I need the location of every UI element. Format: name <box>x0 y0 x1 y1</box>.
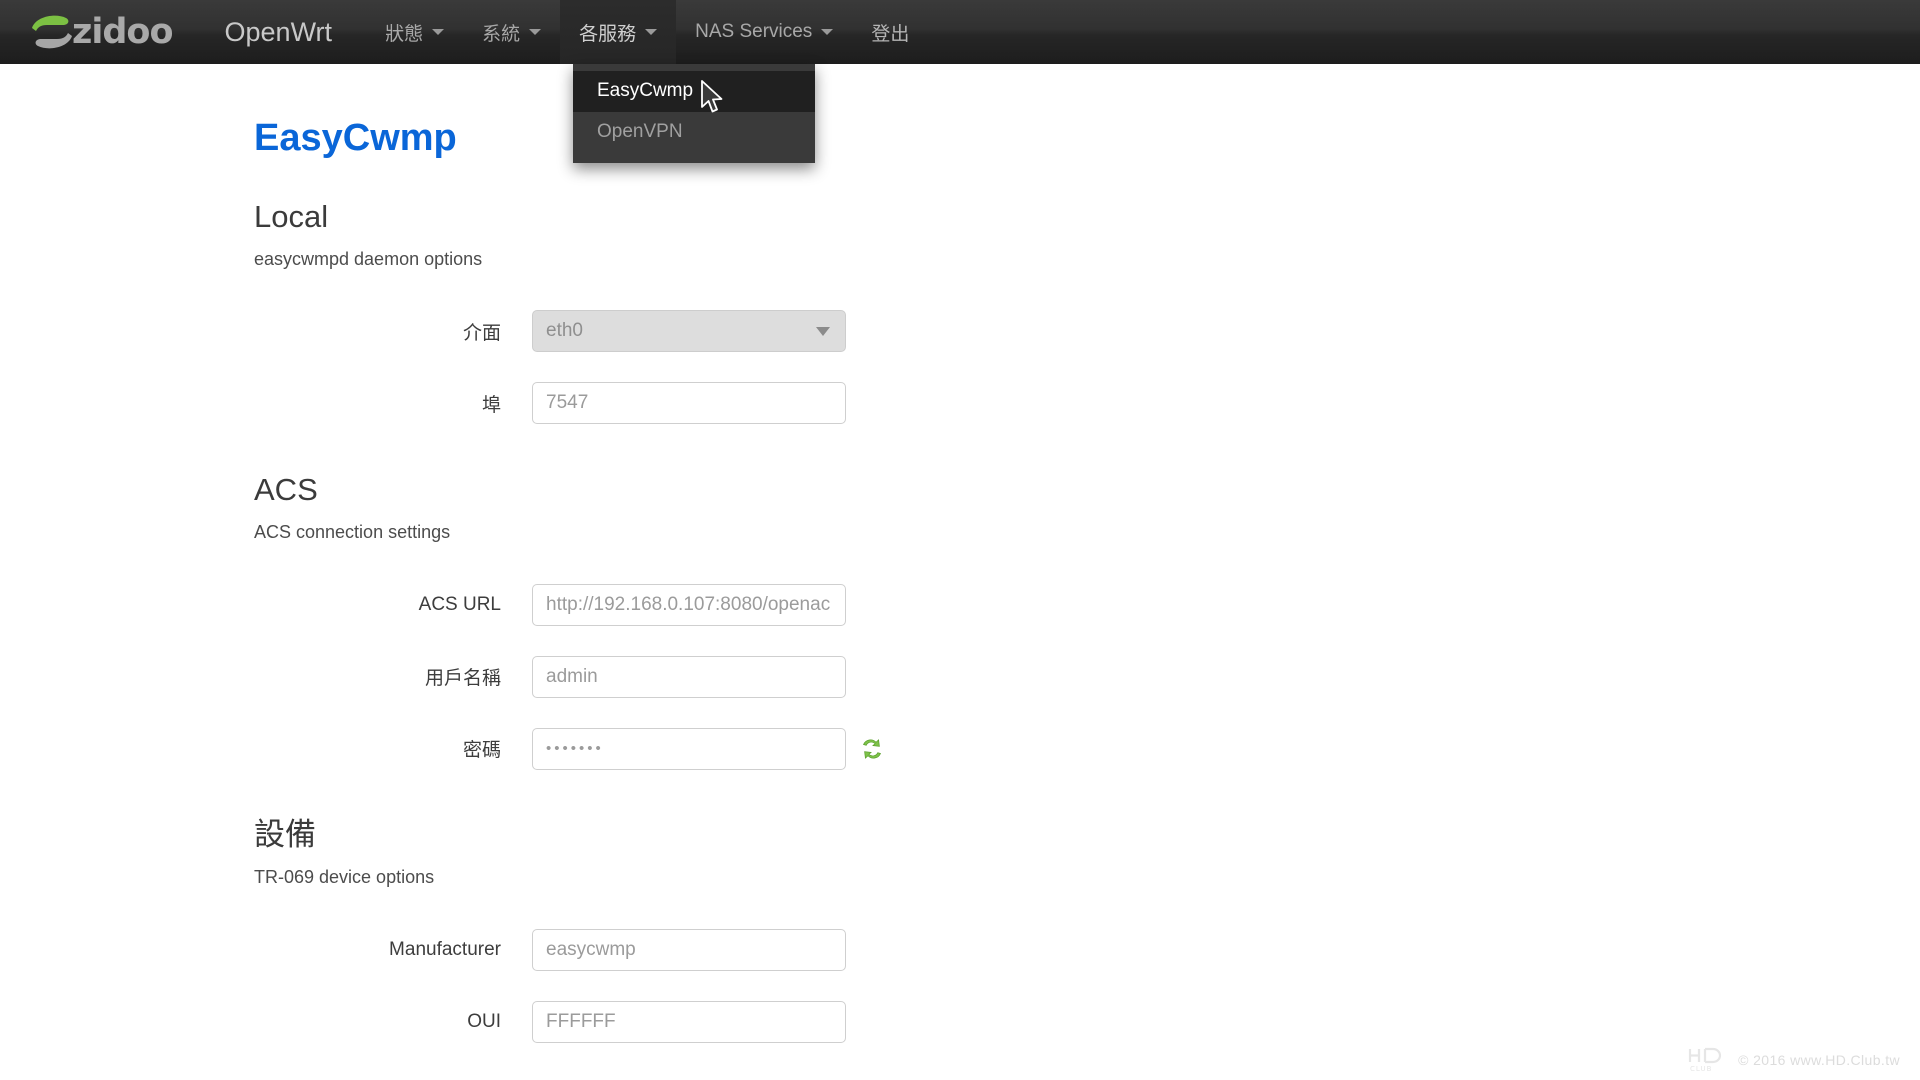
form-row-acs-url: ACS URL http://192.168.0.107:8080/openac <box>254 575 1920 634</box>
nav-item-system[interactable]: 系統 <box>463 0 560 64</box>
dropdown-item-easycwmp[interactable]: EasyCwmp <box>573 71 815 112</box>
username-input[interactable]: admin <box>532 655 846 698</box>
chevron-down-icon <box>432 29 445 35</box>
nav-item-nas-services[interactable]: NAS Services <box>676 0 852 64</box>
watermark-text: © 2016 www.HD.Club.tw <box>1738 1052 1900 1068</box>
section-device: 設備 TR-069 device options Manufacturer ea… <box>254 778 1920 1051</box>
nav-item-status[interactable]: 狀態 <box>366 0 463 64</box>
label-acs-url: ACS URL <box>418 593 501 615</box>
form-row-password: 密碼 ••••••• <box>254 719 1920 778</box>
section-acs-fields: ACS URL http://192.168.0.107:8080/openac… <box>254 544 1920 778</box>
section-device-fields: Manufacturer easycwmp OUI FFFFFF <box>254 889 1920 1051</box>
nav-item-status-label: 狀態 <box>385 23 424 45</box>
label-oui: OUI <box>467 1010 501 1032</box>
nav-item-logout-label: 登出 <box>871 23 910 45</box>
password-input[interactable]: ••••••• <box>532 727 846 770</box>
zidoo-logo-link[interactable]: zidoo <box>0 0 183 64</box>
chevron-down-icon <box>816 326 830 336</box>
interface-select-value: eth0 <box>546 320 583 342</box>
nav-item-services[interactable]: 各服務 <box>560 0 677 64</box>
main-content: EasyCwmp Local easycwmpd daemon options … <box>0 64 1920 1051</box>
section-acs-description: ACS connection settings <box>254 521 451 542</box>
port-input-value: 7547 <box>546 392 589 414</box>
section-local-description: easycwmpd daemon options <box>254 248 483 269</box>
form-row-manufacturer: Manufacturer easycwmp <box>254 920 1920 979</box>
reveal-password-refresh-icon[interactable] <box>860 737 884 761</box>
chevron-down-icon <box>645 29 658 35</box>
navbar-inner: zidoo OpenWrt 狀態 系統 各服務 NAS Services 登出 <box>0 0 928 64</box>
label-manufacturer: Manufacturer <box>389 938 501 960</box>
form-row-username: 用戶名稱 admin <box>254 647 1920 706</box>
section-device-heading: 設備 <box>254 817 316 853</box>
section-acs: ACS ACS connection settings ACS URL http… <box>254 433 1920 778</box>
oui-input-value: FFFFFF <box>546 1010 616 1032</box>
dropdown-item-openvpn[interactable]: OpenVPN <box>573 112 815 153</box>
oui-input[interactable]: FFFFFF <box>532 1000 846 1043</box>
svg-text:CLUB: CLUB <box>1690 1065 1712 1073</box>
password-input-value: ••••••• <box>546 740 604 758</box>
section-local-fields: 介面 eth0 埠 7547 <box>254 271 1920 433</box>
form-row-oui: OUI FFFFFF <box>254 992 1920 1051</box>
page-title: EasyCwmp <box>254 117 457 159</box>
interface-select[interactable]: eth0 <box>532 310 846 353</box>
section-local-heading: Local <box>254 198 329 234</box>
form-row-interface: 介面 eth0 <box>254 302 1920 361</box>
zidoo-logo-wordmark: zidoo <box>72 11 174 52</box>
chevron-down-icon <box>529 29 542 35</box>
watermark: CLUB © 2016 www.HD.Club.tw <box>1686 1046 1900 1074</box>
manufacturer-input-value: easycwmp <box>546 938 636 960</box>
section-device-description: TR-069 device options <box>254 866 435 887</box>
chevron-down-icon <box>821 29 834 35</box>
hd-club-logo-icon: CLUB <box>1689 1047 1722 1073</box>
label-interface: 介面 <box>462 322 501 344</box>
section-local: Local easycwmpd daemon options 介面 eth0 埠… <box>254 160 1920 433</box>
nav-item-logout[interactable]: 登出 <box>852 0 928 64</box>
zidoo-swoosh-logo-icon <box>32 15 72 49</box>
navbar-menu: 狀態 系統 各服務 NAS Services 登出 <box>366 0 928 64</box>
manufacturer-input[interactable]: easycwmp <box>532 928 846 971</box>
nav-item-services-label: 各服務 <box>579 23 637 45</box>
form-row-port: 埠 7547 <box>254 374 1920 433</box>
username-input-value: admin <box>546 665 598 687</box>
nav-item-nas-services-label: NAS Services <box>695 21 813 42</box>
brand-title-openwrt[interactable]: OpenWrt <box>225 17 333 48</box>
acs-url-input-value: http://192.168.0.107:8080/openac <box>546 593 831 615</box>
nav-item-system-label: 系統 <box>482 23 521 45</box>
section-acs-heading: ACS <box>254 471 318 507</box>
services-dropdown-menu: EasyCwmp OpenVPN <box>573 64 815 163</box>
label-password: 密碼 <box>462 740 501 762</box>
label-port: 埠 <box>481 394 501 416</box>
top-navbar: zidoo OpenWrt 狀態 系統 各服務 NAS Services 登出 <box>0 0 1920 64</box>
label-username: 用戶名稱 <box>424 668 501 690</box>
port-input[interactable]: 7547 <box>532 382 846 425</box>
acs-url-input[interactable]: http://192.168.0.107:8080/openac <box>532 583 846 626</box>
